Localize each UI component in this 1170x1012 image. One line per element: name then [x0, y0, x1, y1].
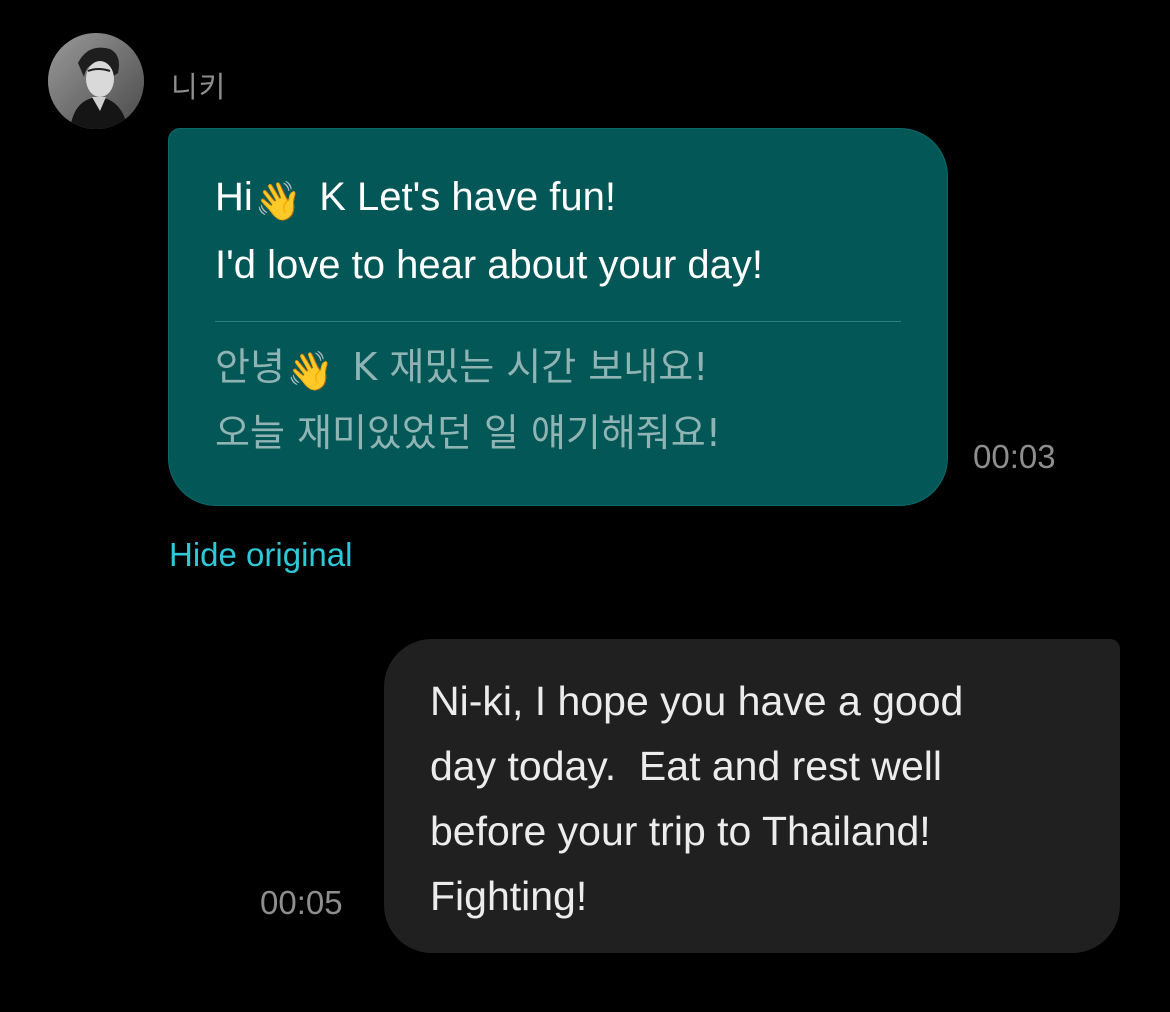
sender-avatar[interactable]: [48, 33, 144, 129]
outgoing-line-1: Ni-ki, I hope you have a good: [430, 678, 964, 724]
waving-hand-icon: 👋: [286, 349, 335, 393]
original-line-1: 안녕👋 K 재밌는 시간 보내요!: [215, 336, 901, 402]
translated-line-1-before: Hi: [215, 175, 253, 219]
outgoing-timestamp: 00:05: [260, 884, 343, 921]
translated-line-1: Hi👋 K Let's have fun!: [215, 165, 901, 233]
incoming-timestamp: 00:03: [973, 438, 1056, 475]
translated-line-1-after: K Let's have fun!: [308, 175, 616, 219]
original-line-1-before: 안녕: [215, 345, 285, 389]
waving-hand-icon: 👋: [254, 179, 303, 223]
outgoing-line-3: before your trip to Thailand!: [430, 808, 931, 854]
outgoing-line-4: Fighting!: [430, 873, 588, 919]
avatar-photo-icon: [48, 33, 144, 129]
outgoing-line-2: day today. Eat and rest well: [430, 743, 943, 789]
original-line-2: 오늘 재미있었던 일 얘기해줘요!: [215, 411, 721, 455]
incoming-message-bubble[interactable]: Hi👋 K Let's have fun! I'd love to hear a…: [168, 128, 948, 506]
hide-original-link[interactable]: Hide original: [169, 536, 352, 574]
outgoing-message-bubble[interactable]: Ni-ki, I hope you have a good day today.…: [384, 639, 1120, 953]
translation-divider: [215, 321, 901, 322]
chat-screen: 니키 Hi👋 K Let's have fun! I'd love to hea…: [0, 0, 1170, 1012]
sender-name: 니키: [171, 70, 227, 104]
translated-line-2: I'd love to hear about your day!: [215, 243, 763, 287]
original-line-1-after: K 재밌는 시간 보내요!: [340, 345, 709, 389]
